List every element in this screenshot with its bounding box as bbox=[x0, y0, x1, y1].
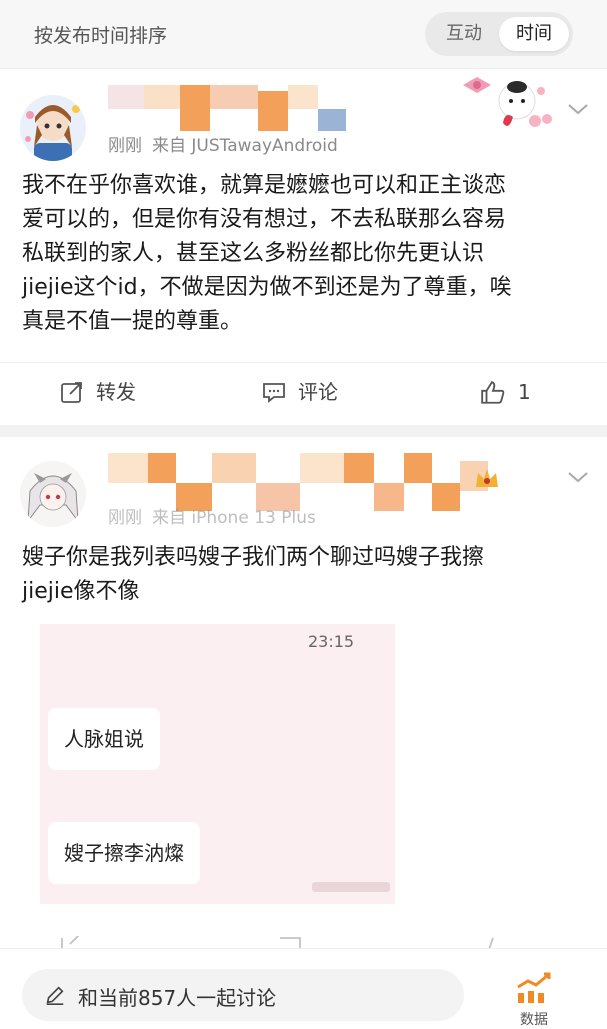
chat-bubble: 嫂子擦李汭燦 bbox=[48, 822, 200, 884]
like-button[interactable]: 1 bbox=[480, 363, 560, 421]
repost-button[interactable]: 转发 bbox=[60, 363, 170, 421]
post-text-line: 嫂子你是我列表吗嫂子我们两个聊过吗嫂子我擦 bbox=[22, 545, 485, 570]
post-text-line: 私联到的家人，甚至这么多粉丝都比你先更认识 bbox=[22, 241, 485, 266]
post-text-line: jiejie这个id，不做是因为做不到还是为了尊重，唉 bbox=[22, 275, 512, 300]
post-text: 我不在乎你喜欢谁，就算是嬷嬷也可以和正主谈恋 爱可以的，但是你有没有想过，不去私… bbox=[22, 169, 512, 339]
post-meta: 刚刚 来自 iPhone 13 Plus bbox=[108, 503, 316, 528]
repost-label: 转发 bbox=[96, 380, 136, 404]
data-label: 数据 bbox=[520, 1012, 548, 1028]
watermark bbox=[312, 882, 390, 892]
comment-label: 评论 bbox=[298, 380, 338, 404]
chevron-down-icon[interactable] bbox=[566, 97, 590, 121]
thumbs-up-icon bbox=[481, 381, 505, 404]
post-text: 嫂子你是我列表吗嫂子我们两个聊过吗嫂子我擦 jiejie像不像 bbox=[22, 541, 484, 609]
bottom-bar: 和当前857人一起讨论 数据 bbox=[0, 948, 607, 1028]
avatar[interactable] bbox=[20, 95, 86, 161]
blurred-username bbox=[108, 85, 348, 131]
comment-card: 刚刚 来自 JUSTawayAndroid 我不在乎你喜欢谁，就算是嬷嬷也可以和正… bbox=[0, 69, 607, 425]
like-count: 1 bbox=[518, 380, 531, 404]
chat-bubble: 人脉姐说 bbox=[48, 708, 160, 770]
post-text-line: 真是不值一提的尊重。 bbox=[22, 309, 243, 334]
post-meta: 刚刚 来自 JUSTawayAndroid bbox=[108, 131, 338, 156]
bar-chart-icon bbox=[517, 972, 551, 1003]
post-text-line: 爱可以的，但是你有没有想过，不去私联那么容易 bbox=[22, 207, 507, 232]
action-bar: 转发 评论 1 bbox=[0, 362, 607, 421]
sticker-decoration-icon bbox=[463, 77, 552, 127]
tab-time[interactable]: 时间 bbox=[499, 17, 569, 51]
sort-label: 按发布时间排序 bbox=[34, 25, 168, 47]
divider bbox=[0, 425, 607, 437]
tab-interaction[interactable]: 互动 bbox=[429, 17, 499, 51]
chat-bubble-text: 人脉姐说 bbox=[64, 727, 144, 751]
pencil-icon bbox=[46, 986, 64, 1005]
post-text-line: jiejie像不像 bbox=[22, 579, 140, 604]
chat-time: 23:15 bbox=[308, 632, 355, 651]
post-source: 来自 iPhone 13 Plus bbox=[152, 508, 316, 528]
post-time: 刚刚 bbox=[108, 508, 142, 528]
anime-avatar-icon bbox=[20, 95, 86, 161]
discuss-input[interactable]: 和当前857人一起讨论 bbox=[22, 969, 464, 1021]
data-button[interactable]: 数据 bbox=[510, 969, 566, 1028]
chat-bubble-text: 嫂子擦李汭燦 bbox=[64, 841, 184, 865]
post-source: 来自 JUSTawayAndroid bbox=[152, 136, 338, 156]
repost-icon bbox=[61, 382, 82, 403]
chevron-down-icon[interactable] bbox=[566, 465, 590, 489]
comment-icon bbox=[263, 383, 285, 403]
comment-button[interactable]: 评论 bbox=[262, 363, 372, 421]
post-text-line: 我不在乎你喜欢谁，就算是嬷嬷也可以和正主谈恋 bbox=[22, 173, 507, 198]
attached-chat-screenshot[interactable]: 23:15 人脉姐说 嫂子擦李汭燦 bbox=[40, 624, 395, 904]
avatar[interactable] bbox=[20, 461, 86, 527]
crown-badge-icon bbox=[476, 469, 498, 487]
post-time: 刚刚 bbox=[108, 136, 142, 156]
sort-bar: 按发布时间排序 互动 时间 bbox=[0, 0, 607, 69]
sort-toggle: 互动 时间 bbox=[425, 12, 573, 56]
anime-avatar-icon bbox=[20, 461, 86, 527]
discuss-label: 和当前857人一起讨论 bbox=[78, 986, 277, 1010]
